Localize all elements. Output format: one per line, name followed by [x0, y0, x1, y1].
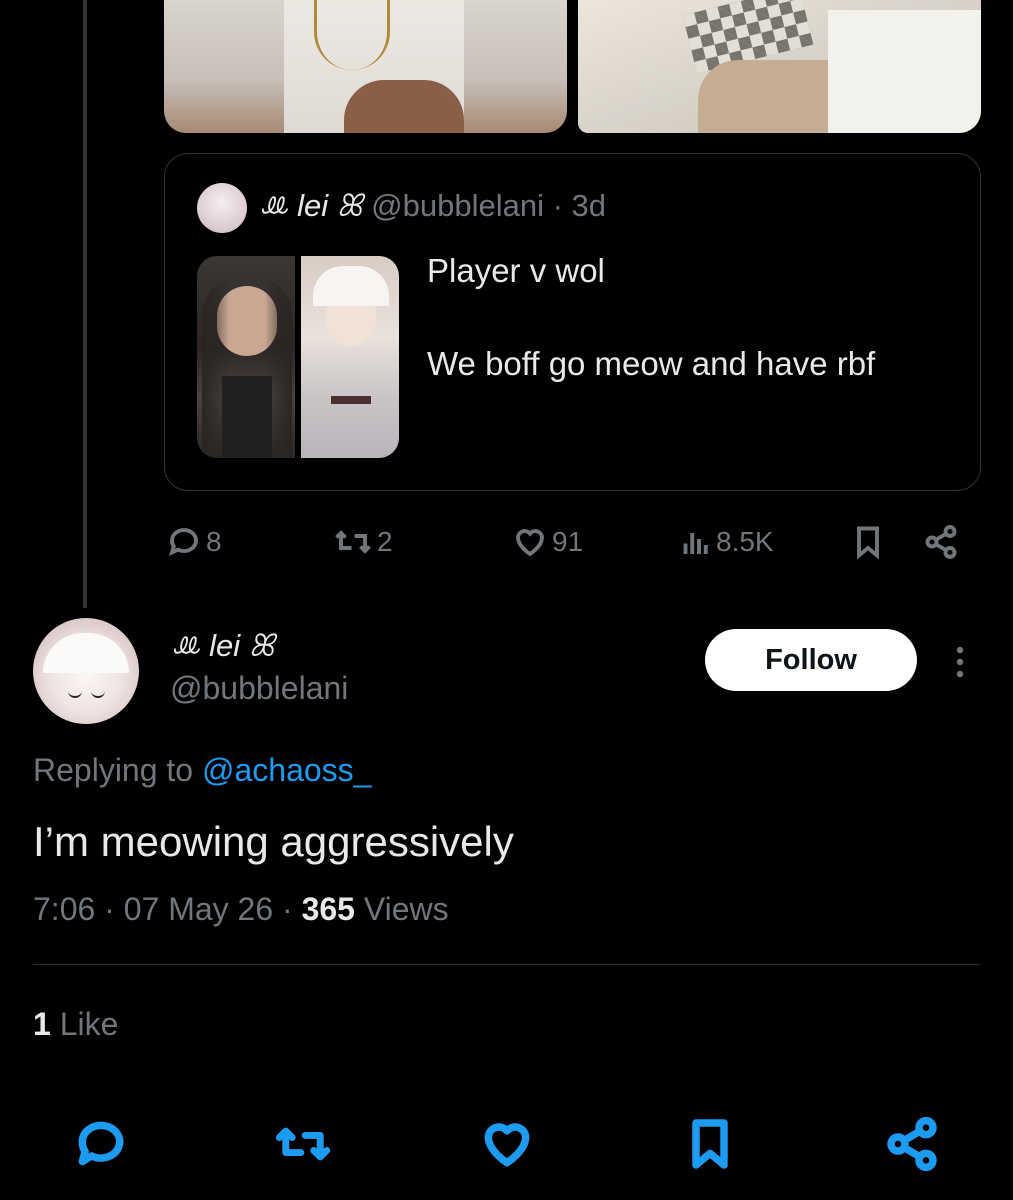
like-button[interactable] [479, 1116, 535, 1172]
author-handle[interactable]: @bubblelani [170, 670, 348, 707]
like-icon [516, 529, 544, 557]
quoted-avatar[interactable] [197, 183, 247, 233]
thread-line [83, 0, 87, 608]
share-icon [925, 525, 957, 559]
share-button[interactable] [884, 1116, 940, 1172]
quoted-handle: @bubblelani [371, 188, 544, 223]
quoted-media-image-2[interactable] [301, 256, 399, 458]
replying-prefix: Replying to [33, 752, 202, 788]
quoted-media-image-1[interactable] [197, 256, 295, 458]
views-icon [683, 533, 708, 554]
bookmark-icon [857, 526, 879, 560]
reply-icon [78, 1121, 124, 1166]
follow-button[interactable]: Follow [705, 629, 917, 691]
parent-share-action[interactable] [922, 522, 960, 562]
quoted-display-name: ꔛ lei ꕤ [258, 188, 363, 223]
author-display-name[interactable]: ꔛ lei ꕤ [170, 628, 275, 665]
tweet-text: I’m meowing aggressively [33, 818, 514, 865]
tweet-meta: 7:06 · 07 May 26 · 365 Views [33, 891, 449, 928]
retweet-button[interactable] [275, 1116, 331, 1172]
quoted-text-line-1: Player v wol [427, 252, 605, 289]
replying-to-mention[interactable]: @achaoss_ [202, 752, 371, 788]
parent-bookmark-action[interactable] [852, 522, 884, 562]
bookmark-button[interactable] [682, 1116, 738, 1172]
like-count: 1 [33, 1006, 51, 1042]
parent-retweet-count: 2 [377, 526, 393, 557]
parent-like-action[interactable]: 91 [512, 522, 583, 562]
bookmark-icon [692, 1119, 728, 1169]
divider [33, 964, 980, 965]
parent-like-count: 91 [552, 526, 584, 557]
avatar[interactable] [33, 618, 139, 724]
parent-retweet-action[interactable]: 2 [333, 522, 393, 562]
parent-media-image-2[interactable] [578, 0, 981, 133]
parent-views-count: 8.5K [716, 526, 774, 557]
like-icon [484, 1123, 530, 1167]
reply-button[interactable] [73, 1116, 129, 1172]
parent-media-image-1[interactable] [164, 0, 567, 133]
retweet-icon [335, 530, 371, 554]
more-options-icon[interactable] [944, 642, 976, 682]
share-icon [887, 1116, 937, 1172]
parent-reply-action[interactable]: 8 [166, 522, 222, 562]
replying-to: Replying to @achaoss_ [33, 752, 371, 789]
likes-summary[interactable]: 1 Like [33, 1006, 118, 1043]
like-label: Like [50, 1006, 119, 1042]
tweet-timestamp[interactable]: 7:06 · 07 May 26 · [33, 891, 302, 927]
quoted-time: · 3d [552, 188, 607, 223]
views-count: 365 [301, 891, 355, 927]
parent-reply-count: 8 [206, 526, 222, 557]
retweet-icon [275, 1127, 331, 1161]
quoted-tweet-header: ꔛ lei ꕤ @bubblelani · 3d [258, 188, 606, 225]
parent-views-action[interactable]: 8.5K [680, 522, 774, 562]
reply-icon [168, 528, 198, 557]
views-label: Views [354, 891, 449, 927]
quoted-text-line-2: We boff go meow and have rbf [427, 345, 876, 382]
